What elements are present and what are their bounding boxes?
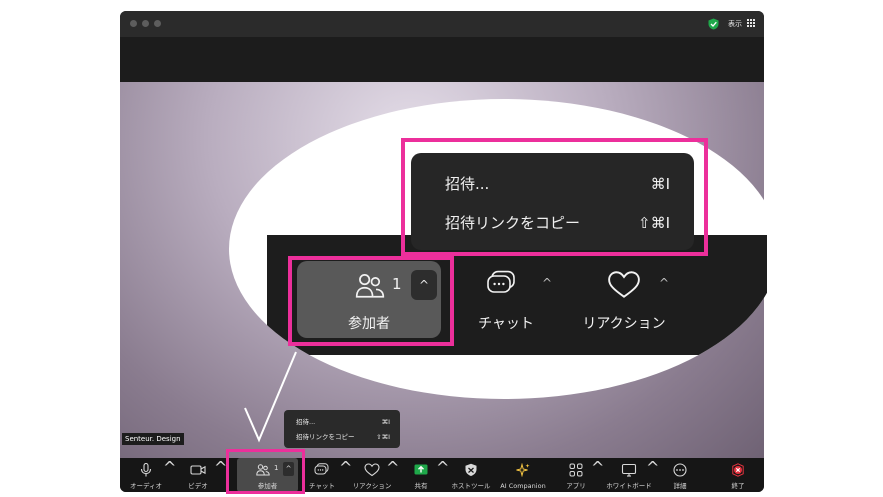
invite-menu-small: 招待... ⌘I 招待リンクをコピー ⇧⌘I [284,410,400,448]
share-screen-icon [414,464,428,475]
invite-label: 招待... [296,418,316,426]
ai-companion-button[interactable]: AI Companion [500,458,546,492]
apps-button[interactable]: アプリ [563,458,589,492]
window-titlebar: 表示 [120,11,764,37]
zoomed-chat-label: チャット [478,316,534,332]
zoomed-chat-caret[interactable]: ^ [542,276,552,290]
copy-invite-link-label: 招待リンクをコピー [296,433,355,441]
whiteboard-icon [621,463,637,477]
invite-menu-item[interactable]: 招待... ⌘I [296,416,390,428]
view-button[interactable]: 表示 [728,17,742,31]
end-icon [732,463,744,477]
more-label: 詳細 [673,482,687,490]
zoomed-reactions-label: リアクション [582,316,666,332]
audio-button[interactable]: オーディオ [130,458,162,492]
whiteboard-button[interactable]: ホワイトボード [606,458,652,492]
zoomed-heart-icon [608,271,640,298]
video-button[interactable]: ビデオ [182,458,214,492]
meeting-toolbar: オーディオ ^ ビデオ ^ 1 ^ 参加者 チャット ^ リアクション ^ 共有… [120,458,764,492]
window-close-dot[interactable] [130,20,137,27]
highlight-participants-toolbar [226,449,305,494]
highlight-participants-zoomed [288,256,454,346]
window-minimize-dot[interactable] [142,20,149,27]
share-button[interactable]: 共有 [408,458,434,492]
host-tools-shield-icon [465,463,477,476]
top-band [120,37,764,82]
host-tools-button[interactable]: ホストツール [452,458,491,492]
sparkle-icon [516,463,530,477]
apps-icon [569,463,583,477]
heart-icon [364,463,380,477]
zoomed-chat-icon [487,270,515,293]
invite-shortcut: ⌘I [381,418,390,426]
copy-invite-link-shortcut: ⇧⌘I [376,433,390,441]
shield-check-icon[interactable] [708,18,719,30]
participant-name-tag: Senteur. Design [122,433,184,445]
end-label: 終了 [731,482,745,490]
zoomed-reactions-caret[interactable]: ^ [659,276,669,290]
grid-icon[interactable] [747,19,756,28]
highlight-invite-menu [401,138,708,256]
chat-icon [314,463,329,475]
chat-button[interactable]: チャット [308,458,336,492]
window-zoom-dot[interactable] [154,20,161,27]
more-button[interactable]: 詳細 [667,458,693,492]
end-button[interactable]: 終了 [725,458,751,492]
more-icon [673,463,687,477]
reactions-button[interactable]: リアクション [353,458,391,492]
microphone-icon [140,463,152,477]
screenshot-canvas: 表示 Senteur. Design 招待... ⌘I 招待リンクをコピー ⇧⌘… [0,0,883,497]
video-camera-icon [190,465,206,475]
copy-invite-link-item[interactable]: 招待リンクをコピー ⇧⌘I [296,431,390,443]
